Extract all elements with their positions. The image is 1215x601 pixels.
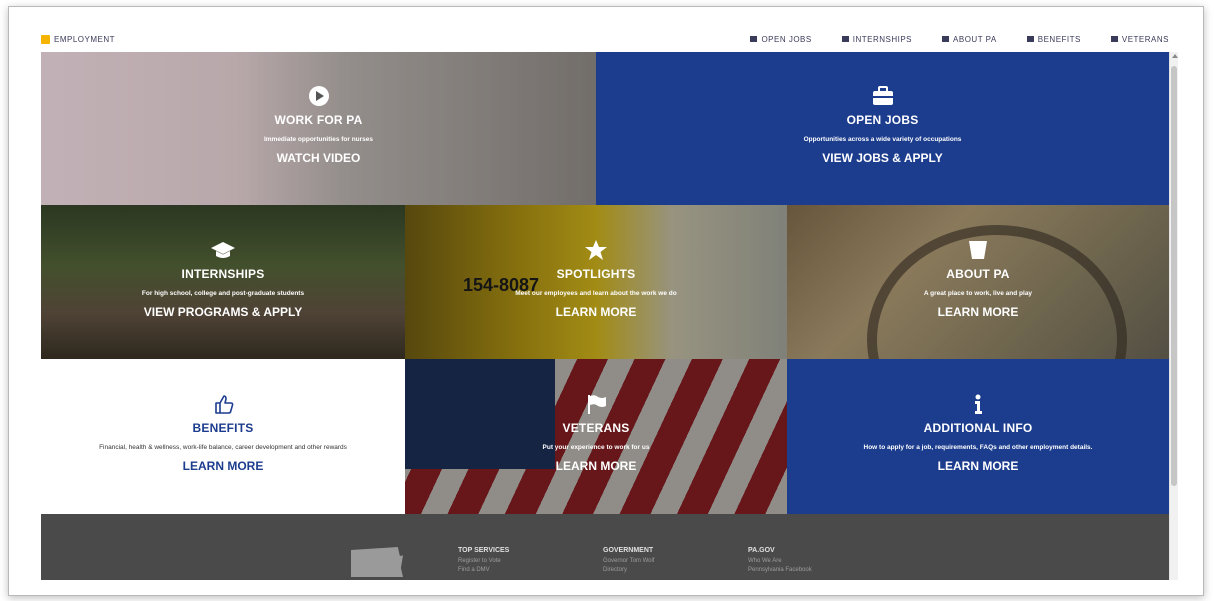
learn-more-link[interactable]: LEARN MORE: [556, 459, 637, 473]
tile-subtitle: A great place to work, live and play: [923, 290, 1033, 297]
learn-more-link[interactable]: LEARN MORE: [938, 305, 1019, 319]
brand-label: EMPLOYMENT: [54, 34, 116, 44]
tile-title: INTERNSHIPS: [181, 267, 265, 281]
tile-title: OPEN JOBS: [846, 113, 919, 127]
top-navigation-bar: EMPLOYMENT OPEN JOBS INTERNSHIPS ABOUT P…: [41, 26, 1169, 52]
tile-veterans[interactable]: VETERANS Put your experience to work for…: [405, 359, 787, 514]
nav-internships[interactable]: INTERNSHIPS: [841, 34, 913, 44]
vertical-scrollbar[interactable]: [1169, 52, 1178, 580]
footer-heading: PA.GOV: [748, 547, 775, 554]
tile-subtitle: How to apply for a job, requirements, FA…: [863, 444, 1093, 451]
tile-additional-info[interactable]: ADDITIONAL INFO How to apply for a job, …: [787, 359, 1169, 514]
tile-title: ABOUT PA: [946, 267, 1010, 281]
tile-title: WORK FOR PA: [274, 113, 363, 127]
tile-subtitle: Opportunities across a wide variety of o…: [803, 136, 962, 143]
learn-more-link[interactable]: LEARN MORE: [556, 305, 637, 319]
tile-benefits[interactable]: BENEFITS Financial, health & wellness, w…: [41, 359, 405, 514]
nav-about-pa[interactable]: ABOUT PA: [942, 35, 997, 44]
flag-icon: [588, 395, 606, 414]
keystone-icon: [942, 36, 950, 42]
tile-subtitle: Financial, health & wellness, work-life …: [99, 444, 347, 451]
footer-heading: TOP SERVICES: [458, 547, 510, 554]
tile-subtitle: Immediate opportunities for nurses: [263, 136, 374, 143]
nav-benefits[interactable]: BENEFITS: [1026, 34, 1081, 44]
tile-title: BENEFITS: [192, 421, 254, 435]
tile-title: ADDITIONAL INFO: [923, 421, 1033, 435]
view-jobs-apply-link[interactable]: VIEW JOBS & APPLY: [822, 151, 942, 165]
briefcase-icon: [750, 36, 758, 42]
footer-link[interactable]: Find a DMV: [458, 567, 509, 573]
thumbs-up-icon: [1026, 36, 1034, 42]
tile-internships[interactable]: INTERNSHIPS For high school, college and…: [41, 205, 405, 359]
nav-label: ABOUT PA: [953, 34, 997, 44]
footer-heading: GOVERNMENT: [603, 547, 654, 554]
footer-link[interactable]: Pennsylvania Facebook: [748, 567, 812, 573]
nav-veterans[interactable]: VETERANS: [1110, 34, 1169, 44]
tile-subtitle: For high school, college and post-gradua…: [141, 290, 305, 297]
nav-label: BENEFITS: [1037, 34, 1081, 44]
nav-label: OPEN JOBS: [761, 34, 812, 44]
tile-about-pa[interactable]: ABOUT PA A great place to work, live and…: [787, 205, 1169, 359]
tile-subtitle: Meet our employees and learn about the w…: [515, 290, 677, 297]
scroll-up-arrow-icon[interactable]: [1172, 54, 1178, 58]
top-nav: OPEN JOBS INTERNSHIPS ABOUT PA BENEFITS …: [750, 35, 1169, 44]
view-programs-apply-link[interactable]: VIEW PROGRAMS & APPLY: [144, 305, 302, 319]
graduation-cap-icon: [211, 242, 235, 258]
tile-subtitle: Put your experience to work for us: [542, 444, 650, 451]
learn-more-link[interactable]: LEARN MORE: [938, 459, 1019, 473]
nav-open-jobs[interactable]: OPEN JOBS: [750, 35, 811, 44]
footer-link[interactable]: Directory: [603, 567, 654, 573]
graduation-cap-icon: [841, 36, 849, 42]
footer-link[interactable]: Register to Vote: [458, 558, 509, 564]
star-icon: [585, 240, 607, 260]
footer-column-top-services: TOP SERVICES Register to Vote Find a DMV: [458, 547, 509, 576]
thumbs-up-icon: [215, 395, 234, 414]
brand[interactable]: EMPLOYMENT: [41, 34, 116, 44]
nav-label: INTERNSHIPS: [852, 34, 913, 44]
tile-title: SPOTLIGHTS: [556, 267, 636, 281]
play-icon[interactable]: [306, 85, 332, 107]
flag-icon: [1110, 36, 1118, 42]
footer-link[interactable]: Who We Are: [748, 558, 812, 564]
pennsylvania-map-icon: [351, 547, 403, 577]
site-footer: TOP SERVICES Register to Vote Find a DMV…: [41, 514, 1169, 580]
footer-link[interactable]: Governor Tom Wolf: [603, 558, 654, 564]
footer-column-government: GOVERNMENT Governor Tom Wolf Directory: [603, 547, 654, 576]
learn-more-link[interactable]: LEARN MORE: [183, 459, 264, 473]
tile-open-jobs[interactable]: OPEN JOBS Opportunities across a wide va…: [596, 52, 1169, 205]
watch-video-link[interactable]: WATCH VIDEO: [277, 151, 361, 165]
keystone-icon: [969, 241, 987, 259]
footer-column-pagov: PA.GOV Who We Are Pennsylvania Facebook: [748, 547, 812, 576]
info-icon: [975, 394, 982, 414]
scrollbar-thumb[interactable]: [1171, 66, 1177, 486]
pa-logo-icon: [41, 34, 50, 44]
tile-spotlights[interactable]: 154-8087 SPOTLIGHTS Meet our employees a…: [405, 205, 787, 359]
tile-title: VETERANS: [562, 421, 630, 435]
tile-work-for-pa[interactable]: WORK FOR PA Immediate opportunities for …: [41, 52, 596, 205]
briefcase-icon: [872, 86, 893, 105]
nav-label: VETERANS: [1121, 34, 1169, 44]
